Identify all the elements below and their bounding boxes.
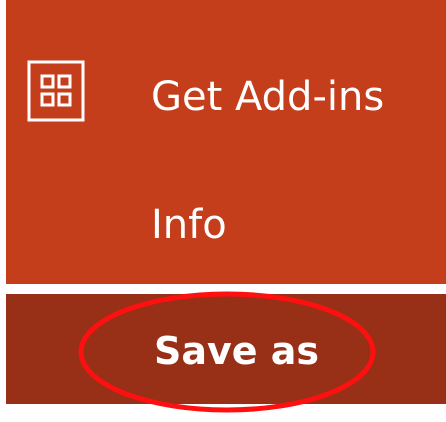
- menu-item-label-get-add-ins: Get Add-ins: [151, 74, 385, 120]
- menu-bottom-separator: [6, 410, 446, 422]
- menu-item-info[interactable]: Info: [6, 175, 446, 283]
- menu-item-label-info: Info: [151, 202, 227, 248]
- menu-item-get-add-ins[interactable]: Get Add-ins: [6, 30, 446, 160]
- menu-item-label-save-as: Save as: [154, 329, 320, 373]
- menu-separator: [6, 284, 446, 294]
- menu-item-save-as[interactable]: Save as: [6, 294, 446, 404]
- file-menu-panel: Get Add-ins Info Save as: [6, 0, 446, 422]
- add-ins-grid-icon: [27, 60, 85, 122]
